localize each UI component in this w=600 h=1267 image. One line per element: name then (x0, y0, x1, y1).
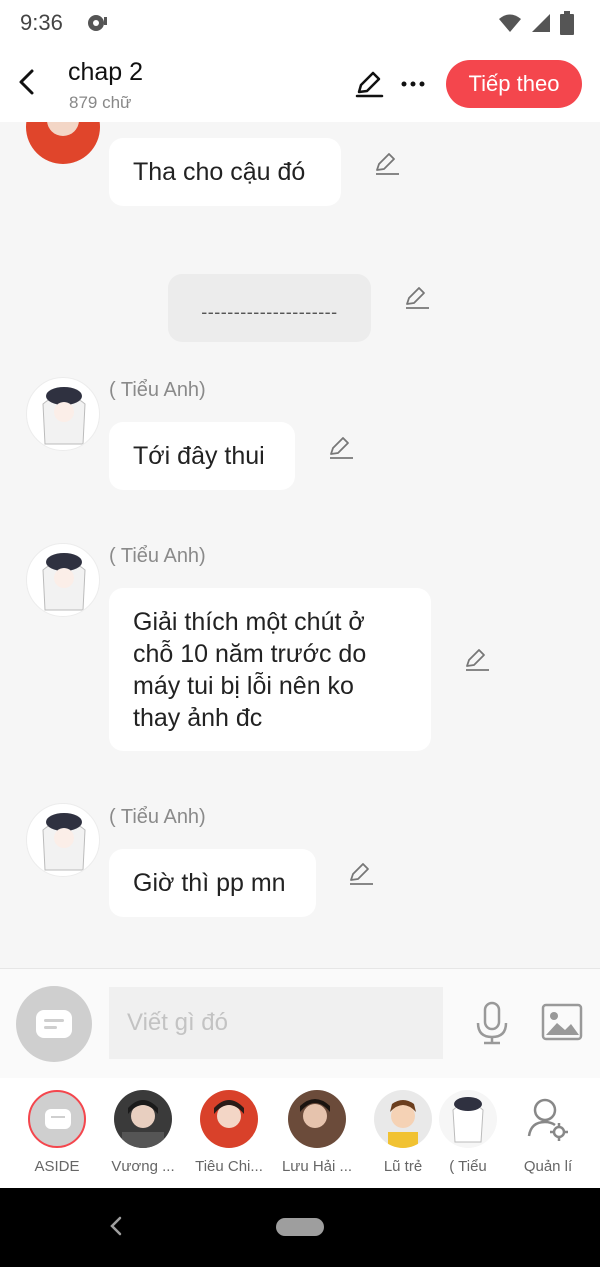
more-icon[interactable] (400, 72, 426, 101)
manage-icon (519, 1090, 577, 1148)
sender-name: ( Tiểu Anh) (109, 806, 206, 828)
mic-icon[interactable] (474, 1001, 510, 1050)
notification-icon (86, 12, 108, 39)
pencil-icon[interactable] (464, 648, 490, 677)
character-name: Vương ... (111, 1158, 175, 1175)
composer-bar (0, 968, 600, 1078)
character-item[interactable]: Lưu Hải ... (274, 1090, 360, 1175)
aside-icon (45, 1109, 71, 1129)
image-icon[interactable] (541, 1003, 583, 1046)
wifi-icon (499, 14, 521, 32)
separator-bubble[interactable]: --------------------- (168, 274, 371, 342)
manage-characters[interactable]: Quản lí (505, 1090, 591, 1175)
character-avatar (114, 1090, 172, 1148)
edit-icon[interactable] (354, 70, 384, 103)
word-count: 879 chữ (69, 93, 132, 112)
system-back-icon[interactable] (108, 1216, 124, 1241)
sender-name: ( Tiểu Anh) (109, 379, 206, 401)
chapter-title: chap 2 (68, 58, 144, 86)
message-input[interactable] (109, 987, 443, 1059)
system-icons (498, 11, 574, 35)
next-button[interactable]: Tiếp theo (446, 60, 582, 108)
character-name: ASIDE (34, 1158, 80, 1175)
battery-icon (560, 11, 574, 35)
message-bubble[interactable]: Giải thích một chút ở chỗ 10 năm trước d… (109, 588, 431, 751)
status-bar: 9:36 (0, 0, 600, 46)
character-avatar[interactable] (26, 377, 100, 451)
signal-icon (532, 14, 550, 32)
character-avatar[interactable] (26, 803, 100, 877)
sender-name: ( Tiểu Anh) (109, 545, 206, 567)
pencil-icon[interactable] (328, 436, 354, 465)
character-avatar (288, 1090, 346, 1148)
system-navigation-bar (0, 1188, 600, 1267)
aside-icon (36, 1010, 72, 1038)
status-time: 9:36 (20, 10, 63, 35)
pencil-icon[interactable] (374, 152, 400, 181)
pencil-icon[interactable] (404, 286, 430, 315)
pencil-icon[interactable] (348, 862, 374, 891)
character-item[interactable]: Vương ... (100, 1090, 186, 1175)
chat-area[interactable]: Tha cho cậu đó --------------------- ( T… (0, 122, 600, 968)
aside-toggle-button[interactable] (16, 986, 92, 1062)
character-bar: ASIDE Vương ... Tiêu Chi... Lưu Hải ... … (0, 1078, 600, 1188)
character-avatar (374, 1090, 432, 1148)
back-icon[interactable] (14, 66, 42, 98)
character-name: Tiêu Chi... (195, 1158, 263, 1175)
message-bubble[interactable]: Tới đây thui (109, 422, 295, 490)
character-item[interactable]: Tiêu Chi... (186, 1090, 272, 1175)
message-bubble[interactable]: Giờ thì pp mn (109, 849, 316, 917)
character-avatar (200, 1090, 258, 1148)
character-item[interactable]: ( Tiểu (432, 1090, 504, 1175)
character-name: Lưu Hải ... (281, 1158, 353, 1175)
character-avatar[interactable] (26, 122, 100, 164)
home-pill[interactable] (276, 1218, 324, 1236)
character-aside[interactable]: ASIDE (14, 1090, 100, 1175)
character-name: Quản lí (523, 1158, 573, 1175)
message-bubble[interactable]: Tha cho cậu đó (109, 138, 341, 206)
character-avatar (439, 1090, 497, 1148)
aside-avatar (28, 1090, 86, 1148)
character-avatar[interactable] (26, 543, 100, 617)
character-name: ( Tiểu (449, 1158, 487, 1175)
app-bar: chap 2 879 chữ Tiếp theo (0, 46, 600, 122)
